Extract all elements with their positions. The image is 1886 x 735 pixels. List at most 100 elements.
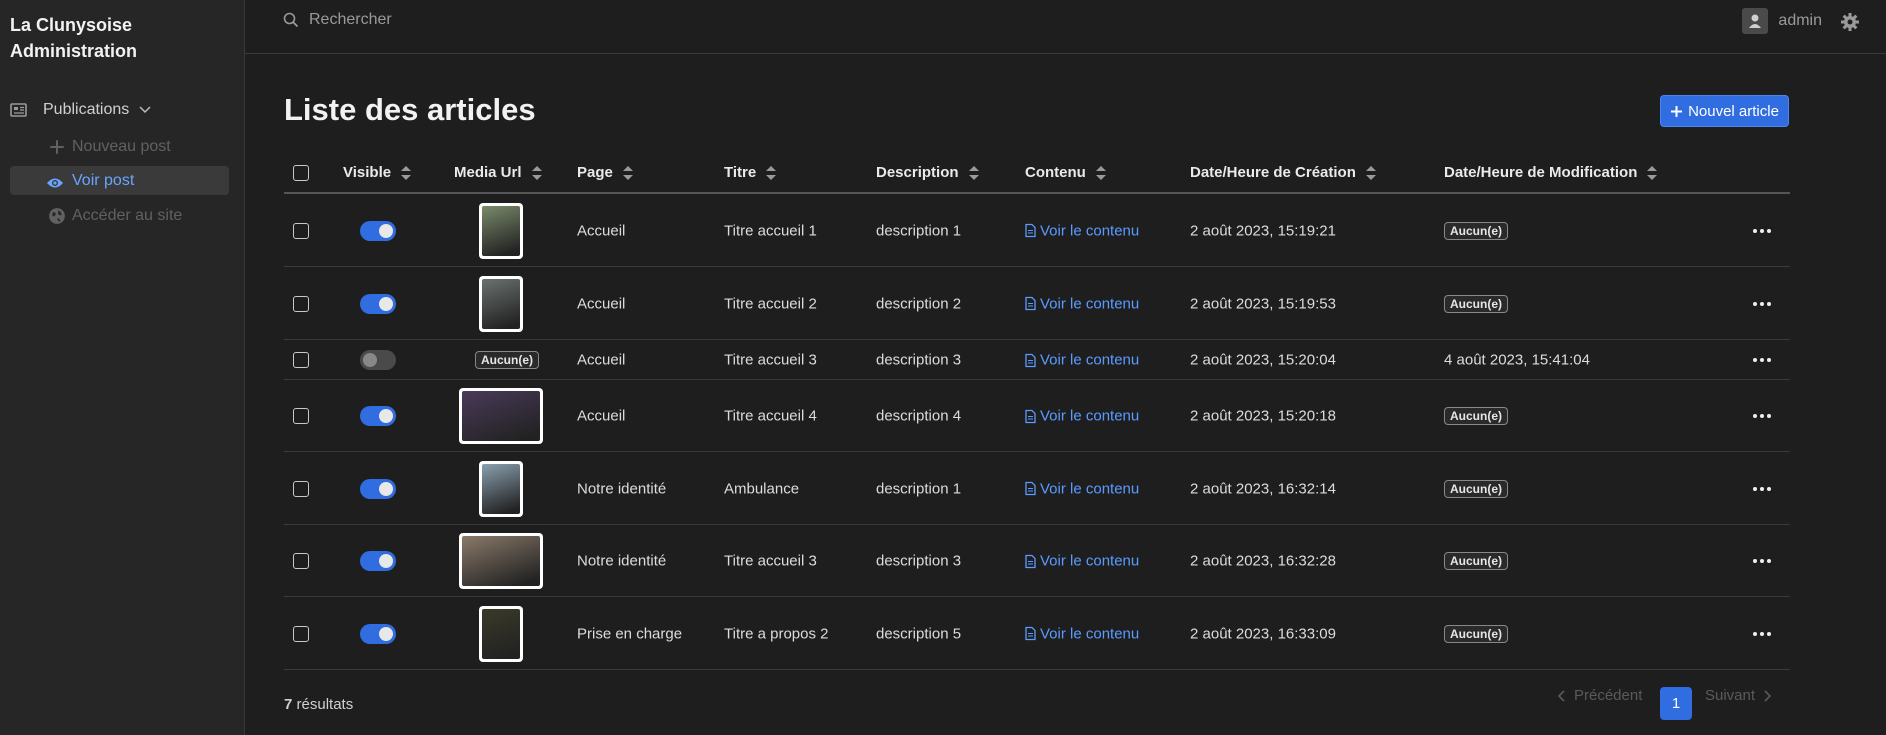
visible-toggle[interactable] [360, 293, 396, 314]
view-content-link[interactable]: Voir le contenu [1025, 295, 1139, 312]
media-thumbnail[interactable] [459, 533, 543, 589]
column-header-date-creation[interactable]: Date/Heure de Création [1190, 164, 1376, 181]
user-icon [1749, 14, 1762, 28]
row-checkbox[interactable] [293, 352, 309, 368]
next-page-button[interactable]: Suivant [1705, 687, 1773, 704]
row-checkbox[interactable] [293, 625, 309, 642]
row-checkbox[interactable] [293, 295, 309, 312]
column-header-label: Description [876, 164, 959, 181]
dot [1760, 559, 1764, 563]
sort-icon [1095, 165, 1106, 180]
previous-page-label: Précédent [1574, 687, 1643, 704]
modified-none-badge: Aucun(e) [1444, 479, 1508, 498]
view-content-link[interactable]: Voir le contenu [1025, 625, 1139, 642]
table-header: Visible Media Url Page Titre Description… [284, 153, 1790, 194]
dot [1767, 228, 1771, 233]
media-thumbnail[interactable] [479, 605, 523, 662]
column-header-contenu[interactable]: Contenu [1025, 164, 1106, 181]
column-header-label: Page [577, 164, 613, 181]
column-header-media-url[interactable]: Media Url [454, 164, 542, 181]
sidebar-item-nouveau-post[interactable]: Nouveau post [10, 132, 229, 161]
search-icon [283, 12, 299, 28]
row-checkbox[interactable] [293, 222, 309, 239]
nav-group-label: Publications [43, 101, 130, 118]
plus-icon [50, 140, 64, 154]
row-checkbox[interactable] [293, 480, 309, 497]
visible-toggle[interactable] [360, 350, 396, 370]
row-checkbox[interactable] [293, 553, 309, 569]
cell-created: 2 août 2023, 16:32:14 [1190, 480, 1336, 497]
visible-toggle[interactable] [360, 406, 396, 426]
sidebar-item-label: Nouveau post [72, 137, 171, 155]
dot [1753, 228, 1757, 233]
cell-description: description 3 [876, 351, 962, 369]
sidebar-item-label: Voir post [72, 171, 135, 189]
column-header-label: Titre [724, 164, 757, 181]
media-thumbnail[interactable] [479, 460, 523, 517]
column-header-label: Visible [343, 164, 392, 181]
view-content-label: Voir le contenu [1040, 625, 1140, 642]
sidebar-item-acceder-au-site[interactable]: Accéder au site [10, 201, 229, 230]
view-content-label: Voir le contenu [1040, 407, 1140, 425]
nav-group-publications[interactable]: Publications [10, 98, 151, 122]
view-content-link[interactable]: Voir le contenu [1025, 408, 1139, 425]
column-header-date-modification[interactable]: Date/Heure de Modification [1444, 164, 1658, 181]
view-content-link[interactable]: Voir le contenu [1025, 352, 1139, 369]
dot [1753, 631, 1757, 636]
results-suffix: résultats [292, 696, 354, 713]
visible-toggle[interactable] [360, 478, 396, 499]
visible-toggle[interactable] [360, 623, 396, 644]
media-thumbnail[interactable] [459, 388, 543, 444]
row-actions-button[interactable] [1753, 486, 1771, 491]
modified-none-badge: Aucun(e) [1444, 552, 1508, 570]
dot [1753, 559, 1757, 563]
row-actions-button[interactable] [1753, 301, 1771, 306]
media-image [482, 608, 520, 659]
dot [1760, 414, 1764, 418]
visible-toggle[interactable] [360, 551, 396, 571]
previous-page-button[interactable]: Précédent [1556, 687, 1642, 704]
new-article-button[interactable]: Nouvel article [1660, 95, 1789, 127]
view-content-link[interactable]: Voir le contenu [1025, 553, 1139, 570]
column-header-label: Contenu [1025, 164, 1086, 181]
dot [1767, 631, 1771, 636]
brand-line-1: La Clunysoise [10, 15, 133, 35]
toggle-knob [379, 223, 393, 238]
select-all-checkbox[interactable] [293, 165, 309, 181]
visible-toggle[interactable] [360, 220, 396, 241]
document-icon [1025, 223, 1036, 238]
view-content-link[interactable]: Voir le contenu [1025, 222, 1139, 239]
row-actions-button[interactable] [1753, 631, 1771, 636]
sort-icon [531, 165, 542, 180]
toggle-knob [379, 481, 393, 496]
document-icon [1025, 481, 1036, 496]
row-checkbox[interactable] [293, 408, 309, 424]
media-thumbnail[interactable] [479, 275, 523, 332]
search-input[interactable] [309, 11, 629, 29]
sidebar-item-label: Accéder au site [72, 206, 183, 224]
table-row: Aucun(e) Accueil Titre accueil 3 descriptio… [284, 340, 1790, 380]
media-thumbnail[interactable] [479, 202, 523, 259]
cell-description: description 1 [876, 222, 962, 239]
sidebar-item-voir-post[interactable]: Voir post [10, 166, 229, 195]
row-actions-button[interactable] [1753, 414, 1771, 418]
settings-button[interactable] [1840, 12, 1860, 37]
media-image [482, 278, 520, 329]
row-actions-button[interactable] [1753, 358, 1771, 362]
row-actions-button[interactable] [1753, 228, 1771, 233]
chevron-down-icon [139, 106, 151, 114]
column-header-titre[interactable]: Titre [724, 164, 777, 181]
column-header-page[interactable]: Page [577, 164, 633, 181]
view-content-link[interactable]: Voir le contenu [1025, 480, 1139, 497]
row-actions-button[interactable] [1753, 559, 1771, 563]
column-header-description[interactable]: Description [876, 164, 979, 181]
modified-none-badge: Aucun(e) [1444, 624, 1508, 643]
user-menu[interactable]: admin [1742, 8, 1822, 34]
media-image [462, 391, 540, 441]
page-number-button[interactable]: 1 [1660, 687, 1692, 720]
column-header-visible[interactable]: Visible [343, 164, 412, 181]
brand-line-2: Administration [10, 41, 138, 61]
cell-page: Accueil [577, 351, 626, 369]
cell-page: Accueil [577, 295, 626, 312]
cell-description: description 1 [876, 480, 962, 497]
